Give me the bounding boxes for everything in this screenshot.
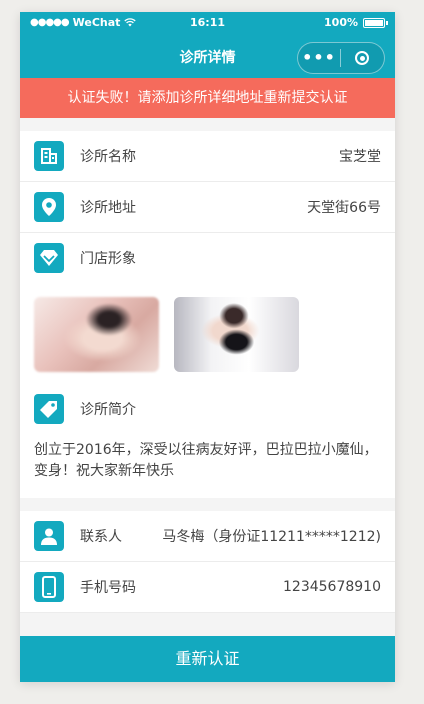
store-image-gallery — [20, 283, 395, 384]
more-button[interactable]: ••• — [298, 44, 340, 72]
section-gap — [20, 498, 395, 511]
diamond-icon — [34, 243, 64, 273]
contact-person-label: 联系人 — [80, 529, 122, 545]
clinic-address-label: 诊所地址 — [80, 200, 136, 216]
contact-person-row: 联系人 马冬梅（身份证11211*****1212) — [20, 511, 395, 562]
building-icon — [34, 141, 64, 171]
clinic-address-value: 天堂街66号 — [307, 200, 381, 216]
status-right: 100% — [324, 16, 388, 29]
clinic-name-label: 诊所名称 — [80, 149, 136, 165]
store-photo[interactable] — [34, 297, 159, 372]
reauthenticate-button[interactable]: 重新认证 — [20, 636, 395, 682]
phone-screen: ●●●●● WeChat 16:11 100% 诊所详情 ••• 认证失败！请添… — [20, 12, 395, 682]
close-button[interactable] — [341, 51, 383, 65]
phone-number-value: 12345678910 — [283, 579, 381, 595]
status-bar: ●●●●● WeChat 16:11 100% — [20, 12, 395, 34]
nav-bar: 诊所详情 ••• — [20, 34, 395, 78]
battery-icon — [363, 17, 388, 28]
section-gap — [20, 118, 395, 131]
clinic-name-value: 宝芝堂 — [339, 149, 381, 165]
store-image-row: 门店形象 — [20, 233, 395, 283]
phone-number-row: 手机号码 12345678910 — [20, 562, 395, 613]
store-image-label: 门店形象 — [80, 251, 136, 267]
person-icon — [34, 521, 64, 551]
clinic-address-row: 诊所地址 天堂街66号 — [20, 182, 395, 233]
tag-icon — [34, 394, 64, 424]
clinic-intro-row: 诊所简介 — [20, 384, 395, 434]
contact-card: 联系人 马冬梅（身份证11211*****1212) 手机号码 12345678… — [20, 511, 395, 613]
clinic-name-row: 诊所名称 宝芝堂 — [20, 131, 395, 182]
clinic-intro-text: 创立于2016年，深受以往病友好评，巴拉巴拉小魔仙，变身！祝大家新年快乐 — [34, 442, 378, 479]
mini-program-capsule: ••• — [297, 42, 385, 74]
close-target-icon — [355, 51, 369, 65]
clinic-intro-label: 诊所简介 — [80, 402, 136, 418]
clinic-details-card: 诊所名称 宝芝堂 诊所地址 天堂街66号 门店形象 诊所简介 创立于2016年，… — [20, 131, 395, 498]
contact-person-value: 马冬梅（身份证11211*****1212) — [162, 529, 381, 545]
mobile-phone-icon — [34, 572, 64, 602]
store-photo[interactable] — [174, 297, 299, 372]
phone-number-label: 手机号码 — [80, 580, 136, 596]
location-pin-icon — [34, 192, 64, 222]
battery-percent: 100% — [324, 16, 358, 29]
auth-failed-banner: 认证失败！请添加诊所详细地址重新提交认证 — [20, 78, 395, 118]
